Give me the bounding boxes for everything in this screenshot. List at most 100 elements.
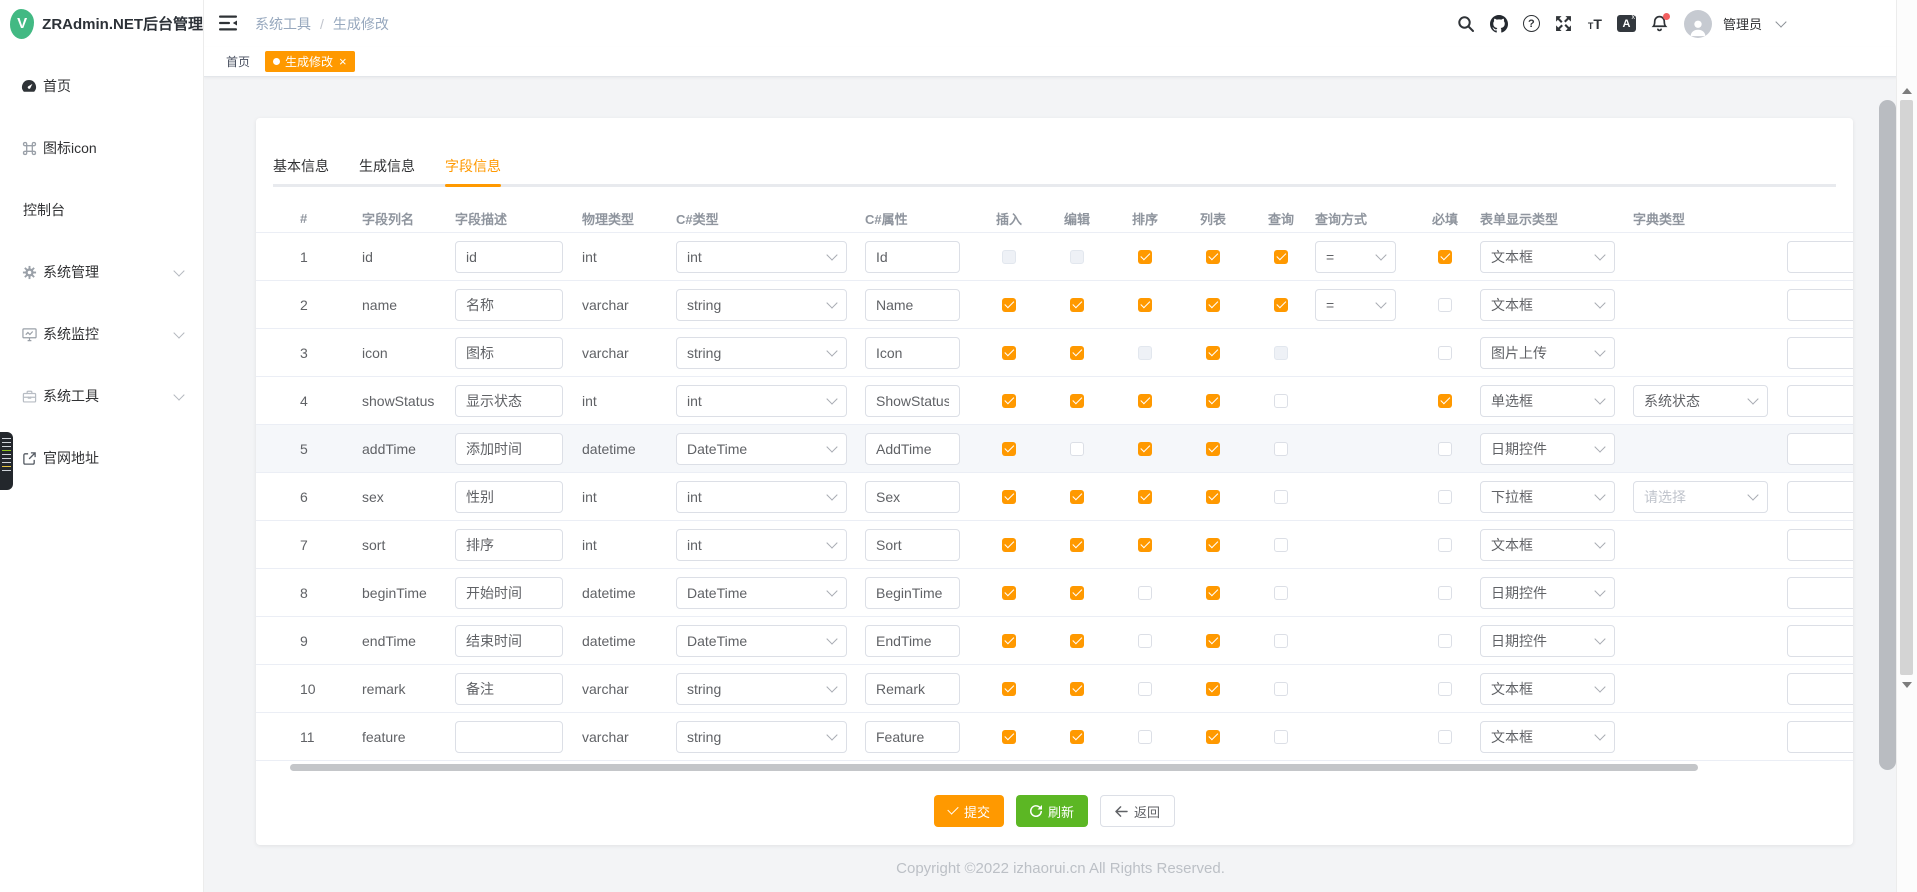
checkbox-sort[interactable] <box>1138 346 1152 360</box>
select-csharp_type[interactable]: string <box>676 673 847 705</box>
checkbox-sort[interactable] <box>1138 250 1152 264</box>
input-description[interactable] <box>455 289 563 321</box>
checkbox-list[interactable] <box>1206 538 1220 552</box>
checkbox-insert[interactable] <box>1002 394 1016 408</box>
checkbox-required[interactable] <box>1438 730 1452 744</box>
tab-1[interactable]: 生成信息 <box>359 148 415 184</box>
checkbox-insert[interactable] <box>1002 442 1016 456</box>
input-extra[interactable] <box>1787 385 1853 417</box>
select-display_type[interactable]: 单选框 <box>1480 385 1615 417</box>
checkbox-edit[interactable] <box>1070 250 1084 264</box>
input-csharp_property[interactable] <box>865 241 960 273</box>
github-icon[interactable] <box>1490 15 1508 33</box>
input-description[interactable] <box>455 625 563 657</box>
checkbox-sort[interactable] <box>1138 490 1152 504</box>
select-csharp_type[interactable]: DateTime <box>676 625 847 657</box>
select-display_type[interactable]: 文本框 <box>1480 241 1615 273</box>
select-display_type[interactable]: 日期控件 <box>1480 577 1615 609</box>
tag-item-0[interactable]: 首页 <box>223 51 253 72</box>
select-display_type[interactable]: 文本框 <box>1480 529 1615 561</box>
select-csharp_type[interactable]: int <box>676 481 847 513</box>
select-dict_type[interactable]: 系统状态 <box>1633 385 1768 417</box>
checkbox-insert[interactable] <box>1002 682 1016 696</box>
sidebar-item-system-manage[interactable]: 系统管理 <box>0 241 203 303</box>
checkbox-edit[interactable] <box>1070 586 1084 600</box>
checkbox-edit[interactable] <box>1070 538 1084 552</box>
checkbox-query[interactable] <box>1274 634 1288 648</box>
input-extra[interactable] <box>1787 625 1853 657</box>
sidebar-item-console[interactable]: 控制台 <box>0 179 203 241</box>
checkbox-sort[interactable] <box>1138 538 1152 552</box>
checkbox-list[interactable] <box>1206 586 1220 600</box>
checkbox-sort[interactable] <box>1138 298 1152 312</box>
checkbox-list[interactable] <box>1206 298 1220 312</box>
checkbox-edit[interactable] <box>1070 634 1084 648</box>
input-extra[interactable] <box>1787 673 1853 705</box>
checkbox-required[interactable] <box>1438 394 1452 408</box>
checkbox-sort[interactable] <box>1138 730 1152 744</box>
sidebar-item-system-tools[interactable]: 系统工具 <box>0 365 203 427</box>
input-extra[interactable] <box>1787 337 1853 369</box>
select-dict_type[interactable]: 请选择 <box>1633 481 1768 513</box>
select-query_type[interactable]: = <box>1315 289 1396 321</box>
page-scrollbar-thumb[interactable] <box>1900 100 1913 675</box>
checkbox-sort[interactable] <box>1138 586 1152 600</box>
input-extra[interactable] <box>1787 481 1853 513</box>
checkbox-list[interactable] <box>1206 442 1220 456</box>
select-display_type[interactable]: 日期控件 <box>1480 433 1615 465</box>
input-description[interactable] <box>455 241 563 273</box>
input-extra[interactable] <box>1787 433 1853 465</box>
sidebar-item-system-monitor[interactable]: 系统监控 <box>0 303 203 365</box>
checkbox-insert[interactable] <box>1002 346 1016 360</box>
select-csharp_type[interactable]: string <box>676 337 847 369</box>
checkbox-insert[interactable] <box>1002 538 1016 552</box>
select-display_type[interactable]: 文本框 <box>1480 289 1615 321</box>
search-icon[interactable] <box>1457 15 1475 33</box>
tag-active-1[interactable]: 生成修改× <box>265 51 355 72</box>
checkbox-insert[interactable] <box>1002 250 1016 264</box>
input-csharp_property[interactable] <box>865 433 960 465</box>
input-extra[interactable] <box>1787 577 1853 609</box>
checkbox-edit[interactable] <box>1070 730 1084 744</box>
input-extra[interactable] <box>1787 721 1853 753</box>
select-query_type[interactable]: = <box>1315 241 1396 273</box>
checkbox-edit[interactable] <box>1070 346 1084 360</box>
checkbox-query[interactable] <box>1274 538 1288 552</box>
select-display_type[interactable]: 图片上传 <box>1480 337 1615 369</box>
checkbox-insert[interactable] <box>1002 634 1016 648</box>
checkbox-required[interactable] <box>1438 538 1452 552</box>
select-display_type[interactable]: 文本框 <box>1480 673 1615 705</box>
checkbox-required[interactable] <box>1438 682 1452 696</box>
input-description[interactable] <box>455 577 563 609</box>
checkbox-edit[interactable] <box>1070 298 1084 312</box>
checkbox-list[interactable] <box>1206 490 1220 504</box>
checkbox-query[interactable] <box>1274 490 1288 504</box>
input-description[interactable] <box>455 481 563 513</box>
checkbox-query[interactable] <box>1274 346 1288 360</box>
checkbox-sort[interactable] <box>1138 634 1152 648</box>
tab-0[interactable]: 基本信息 <box>273 148 329 184</box>
checkbox-edit[interactable] <box>1070 490 1084 504</box>
input-description[interactable] <box>455 673 563 705</box>
input-extra[interactable] <box>1787 241 1853 273</box>
settings-drawer-handle[interactable] <box>0 432 13 490</box>
input-csharp_property[interactable] <box>865 385 960 417</box>
app-logo[interactable]: V ZRAdmin.NET后台管理 <box>0 0 203 47</box>
checkbox-list[interactable] <box>1206 634 1220 648</box>
checkbox-query[interactable] <box>1274 394 1288 408</box>
select-csharp_type[interactable]: int <box>676 241 847 273</box>
checkbox-query[interactable] <box>1274 682 1288 696</box>
scroll-up-icon[interactable] <box>1902 88 1912 94</box>
checkbox-list[interactable] <box>1206 682 1220 696</box>
checkbox-list[interactable] <box>1206 346 1220 360</box>
checkbox-required[interactable] <box>1438 490 1452 504</box>
checkbox-insert[interactable] <box>1002 490 1016 504</box>
input-csharp_property[interactable] <box>865 577 960 609</box>
refresh-button[interactable]: 刷新 <box>1016 795 1088 827</box>
checkbox-required[interactable] <box>1438 298 1452 312</box>
sidebar-collapse-icon[interactable] <box>219 15 237 31</box>
tab-2[interactable]: 字段信息 <box>445 148 501 184</box>
checkbox-sort[interactable] <box>1138 394 1152 408</box>
content-scrollbar-thumb[interactable] <box>1879 100 1896 770</box>
input-description[interactable] <box>455 721 563 753</box>
